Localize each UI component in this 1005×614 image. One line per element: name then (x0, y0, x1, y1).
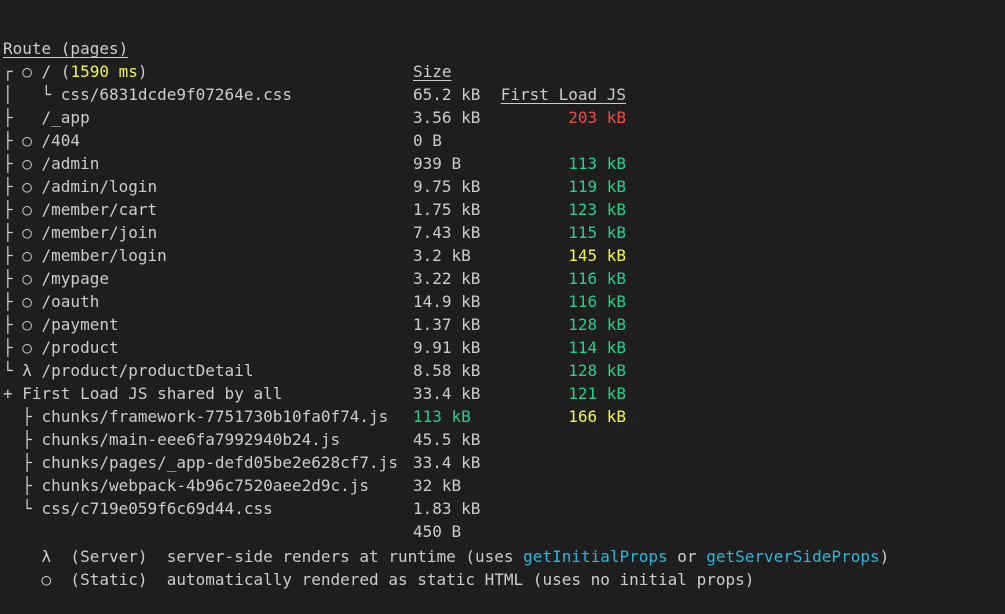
chunk-name: ├ chunks/pages/_app-defd05be2e628cf7.js (3, 453, 398, 472)
chunk-row: ├ chunks/webpack-4b96c7520aee2d9c.js 1.8… (3, 451, 480, 518)
route-row: └ λ /product/productDetail 33.4 kB 166 k… (3, 336, 626, 426)
chunk-name: ├ chunks/webpack-4b96c7520aee2d9c.js (3, 476, 370, 495)
route-first-load: 128 kB (568, 361, 626, 380)
route-first-load: 123 kB (568, 200, 626, 219)
route-size: 0 B (413, 131, 442, 150)
route-name: │ └ css/6831dcde9f07264e.css (3, 85, 292, 104)
route-row: ├ ○ /product 8.58 kB 121 kB (3, 313, 626, 403)
route-size: 9.91 kB (413, 338, 481, 357)
route-row: ├ /_app 0 B 113 kB (3, 83, 626, 173)
chunk-size: 45.5 kB (413, 430, 481, 449)
route-row: ├ ○ /member/cart 7.43 kB 145 kB (3, 175, 626, 265)
route-first-load: 116 kB (568, 269, 626, 288)
route-size: 8.58 kB (413, 361, 481, 380)
chunk-size: 32 kB (413, 476, 462, 495)
route-size: 939 B (413, 154, 462, 173)
route-size: 7.43 kB (413, 223, 481, 242)
route-row: ├ ○ /admin/login 1.75 kB 115 kB (3, 152, 626, 242)
route-first-load: 114 kB (568, 338, 626, 357)
chunk-size: 1.83 kB (413, 499, 481, 518)
route-row: ┌ ○ / (1590 ms) 65.2 kB 203 kB (3, 37, 626, 127)
route-size: 1.75 kB (413, 200, 481, 219)
header-first-load: First Load JS (500, 85, 626, 104)
legend-static: ○ (Static) automatically rendered as sta… (3, 545, 755, 589)
header-size: Size (413, 62, 452, 81)
route-first-load: 113 kB (568, 154, 626, 173)
route-row: ├ ○ /oauth 1.37 kB 114 kB (3, 267, 626, 357)
route-first-load: 128 kB (568, 315, 626, 334)
legend-server: λ (Server) server-side renders at runtim… (41, 547, 890, 566)
shared-size: 113 kB (413, 407, 471, 426)
route-first-load: 119 kB (568, 177, 626, 196)
route-size: 14.9 kB (413, 292, 481, 311)
chunk-name: ├ chunks/framework-7751730b10fa0f74.js (3, 407, 389, 426)
route-first-load: 145 kB (568, 246, 626, 265)
route-size: 3.56 kB (413, 108, 481, 127)
route-row: ├ ○ /member/join 3.2 kB 116 kB (3, 198, 626, 288)
header-row: Route (pages) Size First Load JS (3, 14, 626, 104)
route-first-load: 166 kB (568, 407, 626, 426)
route-row: ├ ○ /404 939 B 119 kB (3, 106, 626, 196)
chunk-row: ├ chunks/framework-7751730b10fa0f74.js 4… (3, 382, 480, 449)
route-row: ├ ○ /mypage 14.9 kB 128 kB (3, 244, 626, 334)
route-first-load: 203 kB (568, 108, 626, 127)
legend-static-text: ○ (Static) automatically rendered as sta… (41, 570, 755, 589)
chunk-row: └ css/c719e059f6c69d44.css 450 B (3, 474, 461, 541)
route-row: ├ ○ /payment 9.91 kB 128 kB (3, 290, 626, 380)
route-size: 9.75 kB (413, 177, 481, 196)
route-time: 1590 ms (70, 62, 138, 81)
route-row: ├ ○ /admin 9.75 kB 123 kB (3, 129, 626, 219)
shared-row: + First Load JS shared by all 113 kB (3, 359, 471, 426)
route-first-load: 116 kB (568, 292, 626, 311)
route-row: │ └ css/6831dcde9f07264e.css 3.56 kB (3, 60, 480, 127)
chunk-name: ├ chunks/main-eee6fa7992940b24.js (3, 430, 341, 449)
route-first-load: 115 kB (568, 223, 626, 242)
terminal-output: Route (pages) Size First Load JS ┌ ○ / (… (0, 0, 1005, 589)
chunk-row: ├ chunks/main-eee6fa7992940b24.js 33.4 k… (3, 405, 480, 472)
route-size: 1.37 kB (413, 315, 481, 334)
route-size: 65.2 kB (413, 85, 481, 104)
shared-label: + First Load JS shared by all (3, 384, 283, 403)
chunk-size: 33.4 kB (413, 453, 481, 472)
route-first-load: 121 kB (568, 384, 626, 403)
route-size: 3.2 kB (413, 246, 471, 265)
route-size: 3.22 kB (413, 269, 481, 288)
chunk-name: └ css/c719e059f6c69d44.css (3, 499, 273, 518)
route-size: 33.4 kB (413, 384, 481, 403)
chunk-row: ├ chunks/pages/_app-defd05be2e628cf7.js … (3, 428, 461, 495)
route-row: ├ ○ /member/login 3.22 kB 116 kB (3, 221, 626, 311)
